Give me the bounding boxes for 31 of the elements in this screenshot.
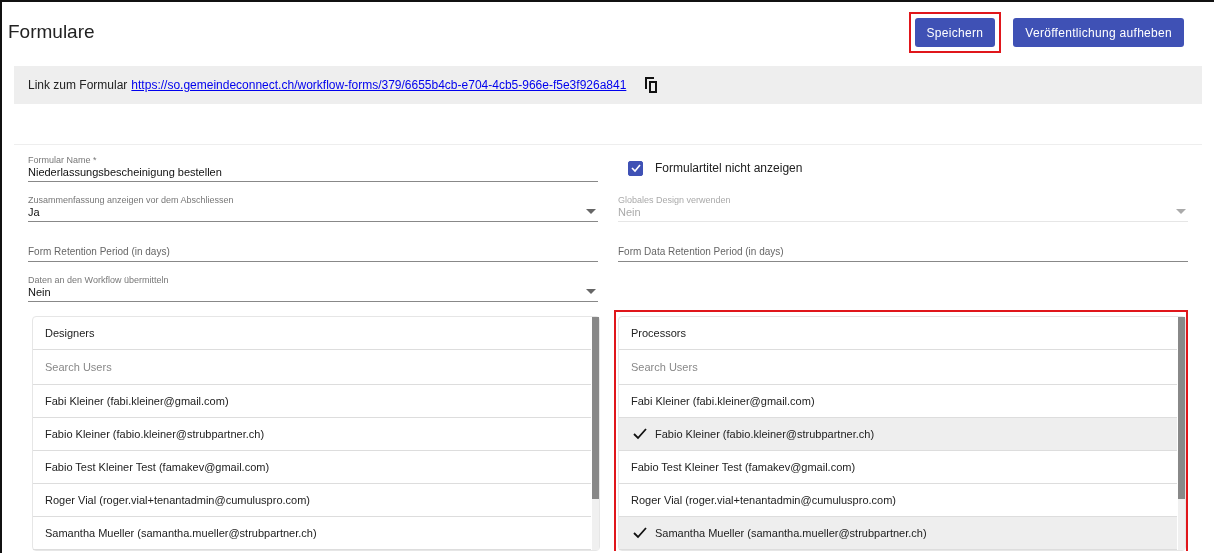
input-field[interactable]: Form Retention Period (in days) xyxy=(28,245,598,262)
header-button[interactable]: Speichern xyxy=(914,17,996,47)
user-item[interactable]: Fabi Kleiner (fabi.kleiner@gmail.com) xyxy=(33,385,591,418)
user-item[interactable]: Roger Vial (roger.vial+tenantadmin@cumuluspro.com) xyxy=(33,484,591,517)
search-field[interactable]: Search Users xyxy=(619,360,1177,374)
link-label: Link zum Formular xyxy=(28,78,128,92)
user-item[interactable]: Fabio Test Kleiner Test (famakev@gmail.com) xyxy=(619,451,1177,484)
user-item[interactable]: Fabio Test Kleiner Test (famakev@gmail.com) xyxy=(33,451,591,484)
dropdown-caret-icon[interactable] xyxy=(586,289,596,294)
select-field[interactable]: Zusammenfassung anzeigen vor dem Abschliessen Ja xyxy=(28,194,598,222)
checkmark-icon xyxy=(633,428,647,440)
checkbox[interactable] xyxy=(628,160,643,176)
user-item[interactable]: Samantha Mueller (samantha.mueller@strubpartner.ch) xyxy=(619,517,1177,550)
copy-icon[interactable] xyxy=(644,77,659,93)
form-link[interactable]: https://so.gemeindeconnect.ch/workflow-forms/379/6655b4cb-e704-4cb5-966e-f5e3f926a841 xyxy=(131,78,627,92)
dropdown-caret-icon[interactable] xyxy=(586,209,596,214)
header-button[interactable]: Veröffentlichung aufheben xyxy=(1013,17,1184,47)
list-title: Designers xyxy=(45,327,95,339)
user-item[interactable]: Samantha Mueller (samantha.mueller@strubpartner.ch) xyxy=(33,517,591,550)
checkmark-icon xyxy=(633,527,647,539)
list-title: Processors xyxy=(631,327,687,339)
search-field[interactable]: Search Users xyxy=(33,360,591,374)
user-item[interactable]: Fabio Kleiner (fabio.kleiner@strubpartner.ch) xyxy=(619,418,1177,451)
checkbox-label: Formulartitel nicht anzeigen xyxy=(655,161,803,175)
scrollbar[interactable] xyxy=(1178,317,1185,550)
scrollbar[interactable] xyxy=(592,317,599,550)
page-title: Formulare xyxy=(8,21,95,43)
text-field[interactable]: Formular Name * Niederlassungsbescheinigung bestellen xyxy=(28,154,598,182)
input-field[interactable]: Form Data Retention Period (in days) xyxy=(618,245,1188,262)
user-item[interactable]: Fabio Kleiner (fabio.kleiner@strubpartner.ch) xyxy=(33,418,591,451)
select-field[interactable]: Daten an den Workflow übermitteln Nein xyxy=(28,274,598,302)
